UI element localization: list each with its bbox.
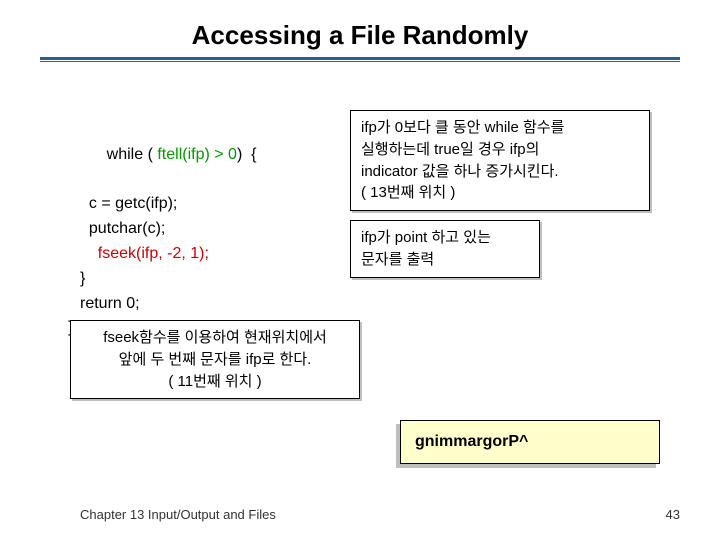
code-line-3: putchar(c); <box>80 217 257 242</box>
anno-line: 실행하는데 true일 경우 ifp의 <box>361 139 639 161</box>
title-area: Accessing a File Randomly <box>0 0 720 62</box>
code-block: while ( ftell(ifp) > 0) { c = getc(ifp);… <box>80 118 257 341</box>
code-line-1: while ( ftell(ifp) > 0) { <box>80 118 257 192</box>
anno-line: 문자를 출력 <box>361 249 529 271</box>
code-line-4: fseek(ifp, -2, 1); <box>80 242 257 267</box>
code-text: ) { <box>237 146 257 163</box>
anno-line: fseek함수를 이용하여 현재위치에서 <box>81 327 349 349</box>
code-text: while ( <box>107 146 158 163</box>
code-line-5: } <box>80 267 257 292</box>
annotation-putchar: ifp가 point 하고 있는 문자를 출력 <box>350 220 540 278</box>
program-output: gnimmargorP^ <box>415 433 528 450</box>
code-line-6: return 0; <box>80 292 257 317</box>
anno-line: indicator 값을 하나 증가시킨다. <box>361 161 639 183</box>
anno-line: ( 13번째 위치 ) <box>361 182 639 204</box>
page-number: 43 <box>666 507 680 522</box>
anno-line: ifp가 0보다 클 동안 while 함수를 <box>361 117 639 139</box>
fseek-call: fseek(ifp, -2, 1); <box>89 245 209 262</box>
annotation-fseek: fseek함수를 이용하여 현재위치에서 앞에 두 번째 문자를 ifp로 한다… <box>70 320 360 399</box>
anno-line: 앞에 두 번째 문자를 ifp로 한다. <box>81 349 349 371</box>
title-underline <box>40 57 680 62</box>
annotation-ftell: ifp가 0보다 클 동안 while 함수를 실행하는데 true일 경우 i… <box>350 110 650 211</box>
chapter-footer: Chapter 13 Input/Output and Files <box>80 507 680 522</box>
slide: Accessing a File Randomly while ( ftell(… <box>0 0 720 540</box>
code-line-2: c = getc(ifp); <box>80 192 257 217</box>
anno-line: ( 11번째 위치 ) <box>81 371 349 393</box>
anno-line: ifp가 point 하고 있는 <box>361 227 529 249</box>
program-output-box: gnimmargorP^ <box>400 420 660 464</box>
slide-title: Accessing a File Randomly <box>0 20 720 51</box>
ftell-call: ftell(ifp) > 0 <box>157 146 237 163</box>
